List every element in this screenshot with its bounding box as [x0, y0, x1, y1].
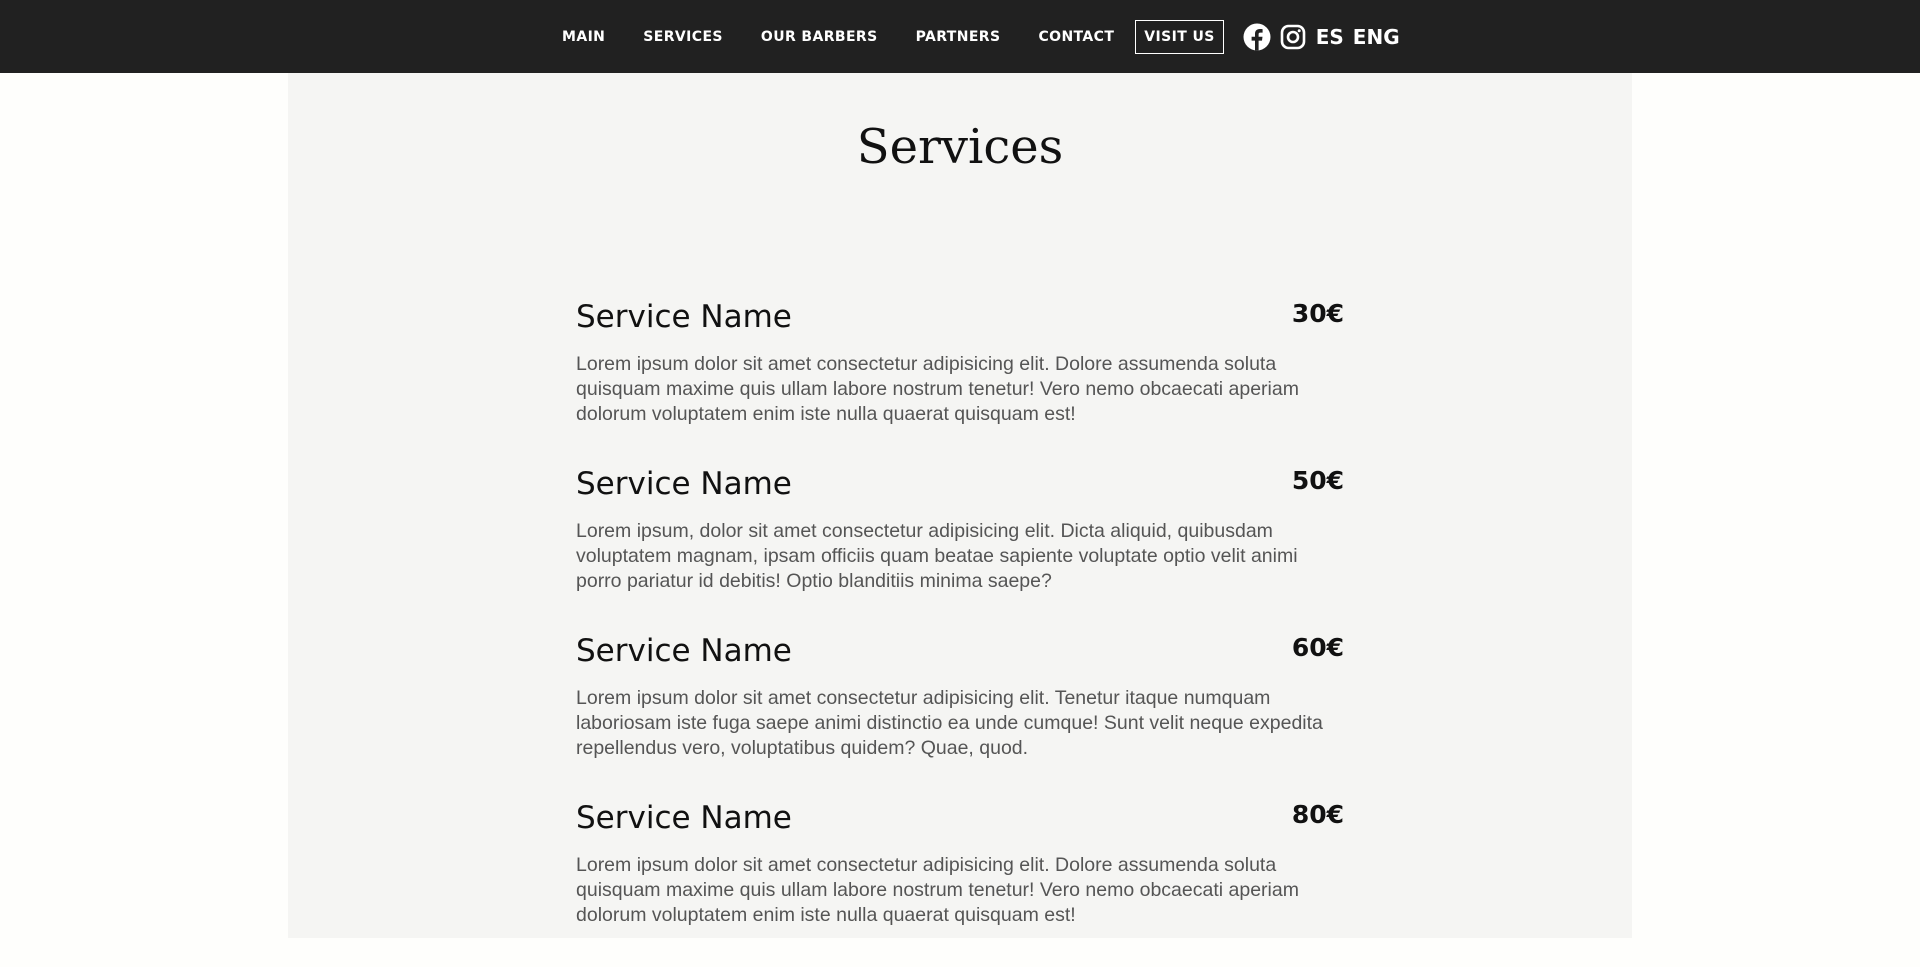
main-nav: MAIN SERVICES OUR BARBERS PARTNERS CONTA…	[554, 0, 1400, 73]
service-item: Service Name 30€ Lorem ipsum dolor sit a…	[576, 299, 1344, 466]
service-description: Lorem ipsum dolor sit amet consectetur a…	[576, 687, 1323, 759]
visit-us-button[interactable]: VISIT US	[1135, 19, 1224, 54]
social-links: ES ENG	[1243, 23, 1400, 51]
service-item: Service Name 50€ Lorem ipsum, dolor sit …	[576, 466, 1344, 633]
facebook-icon[interactable]	[1243, 23, 1271, 51]
nav-link-services[interactable]: SERVICES	[643, 29, 723, 45]
nav-link-our-barbers[interactable]: OUR BARBERS	[761, 29, 878, 45]
page-title: Services	[856, 119, 1064, 175]
service-price: 80€	[1291, 800, 1344, 829]
services-list: Service Name 30€ Lorem ipsum dolor sit a…	[576, 299, 1344, 967]
language-eng[interactable]: ENG	[1353, 25, 1400, 49]
service-item: Service Name 60€ Lorem ipsum dolor sit a…	[576, 633, 1344, 800]
service-name: Service Name	[576, 800, 792, 836]
service-price: 30€	[1291, 299, 1344, 328]
service-name: Service Name	[576, 299, 792, 335]
instagram-icon[interactable]	[1280, 24, 1306, 50]
nav-link-partners[interactable]: PARTNERS	[916, 29, 1001, 45]
nav-link-main[interactable]: MAIN	[562, 29, 605, 45]
service-price: 60€	[1291, 633, 1344, 662]
service-description: Lorem ipsum dolor sit amet consectetur a…	[576, 854, 1299, 926]
service-name: Service Name	[576, 466, 792, 502]
service-price: 50€	[1291, 466, 1344, 495]
service-description: Lorem ipsum, dolor sit amet consectetur …	[576, 520, 1298, 592]
service-name: Service Name	[576, 633, 792, 669]
nav-link-contact[interactable]: CONTACT	[1038, 29, 1114, 45]
service-description: Lorem ipsum dolor sit amet consectetur a…	[576, 353, 1299, 425]
navbar: MAIN SERVICES OUR BARBERS PARTNERS CONTA…	[0, 0, 1920, 73]
language-es[interactable]: ES	[1316, 25, 1344, 49]
service-item: Service Name 80€ Lorem ipsum dolor sit a…	[576, 800, 1344, 967]
services-section: Services Service Name 30€ Lorem ipsum do…	[288, 73, 1632, 938]
